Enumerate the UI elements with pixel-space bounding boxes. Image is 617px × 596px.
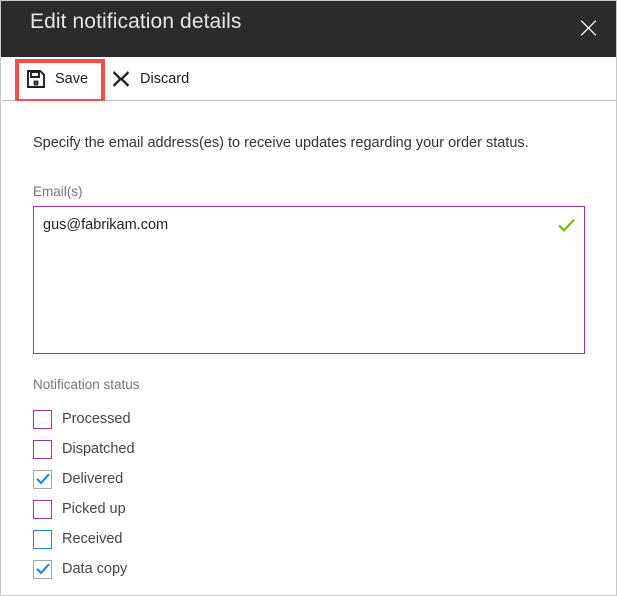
- check-icon: [557, 216, 575, 234]
- notification-status-list: Processed Dispatched Delivered Picked up: [33, 404, 333, 584]
- checkbox-label-processed: Processed: [62, 411, 131, 427]
- checkbox-label-received: Received: [62, 531, 122, 547]
- checkbox-processed[interactable]: [33, 410, 52, 429]
- close-icon: [580, 19, 597, 36]
- close-x-icon: [111, 69, 131, 89]
- close-button[interactable]: [566, 7, 610, 47]
- page-title: Edit notification details: [30, 10, 241, 34]
- checkbox-delivered[interactable]: [33, 470, 52, 489]
- checkbox-received[interactable]: [33, 530, 52, 549]
- checkmark-icon: [36, 473, 50, 485]
- checkbox-row-data-copy[interactable]: Data copy: [33, 554, 333, 584]
- checkbox-row-delivered[interactable]: Delivered: [33, 464, 333, 494]
- checkbox-label-dispatched: Dispatched: [62, 441, 135, 457]
- checkbox-data-copy[interactable]: [33, 560, 52, 579]
- discard-button-label: Discard: [140, 71, 189, 87]
- title-bar: Edit notification details: [1, 1, 617, 57]
- checkmark-icon: [36, 563, 50, 575]
- checkbox-row-processed[interactable]: Processed: [33, 404, 333, 434]
- emails-input[interactable]: gus@fabrikam.com: [33, 206, 585, 354]
- checkbox-label-picked-up: Picked up: [62, 501, 126, 517]
- checkbox-dispatched[interactable]: [33, 440, 52, 459]
- save-floppy-icon: [26, 69, 46, 89]
- checkbox-label-data-copy: Data copy: [62, 561, 127, 577]
- checkbox-picked-up[interactable]: [33, 500, 52, 519]
- checkbox-row-picked-up[interactable]: Picked up: [33, 494, 333, 524]
- discard-button[interactable]: Discard: [111, 62, 189, 96]
- checkbox-label-delivered: Delivered: [62, 471, 123, 487]
- dialog-body: Specify the email address(es) to receive…: [1, 101, 616, 595]
- instruction-text: Specify the email address(es) to receive…: [33, 135, 529, 151]
- save-button-label: Save: [55, 71, 88, 87]
- edit-notification-details-dialog: Edit notification details Save: [0, 0, 617, 596]
- emails-field-label: Email(s): [33, 184, 83, 199]
- checkbox-row-dispatched[interactable]: Dispatched: [33, 434, 333, 464]
- emails-input-value: gus@fabrikam.com: [43, 217, 168, 233]
- notification-status-label: Notification status: [33, 377, 140, 392]
- checkbox-row-received[interactable]: Received: [33, 524, 333, 554]
- save-button[interactable]: Save: [26, 62, 88, 96]
- command-bar: Save Discard: [1, 57, 617, 100]
